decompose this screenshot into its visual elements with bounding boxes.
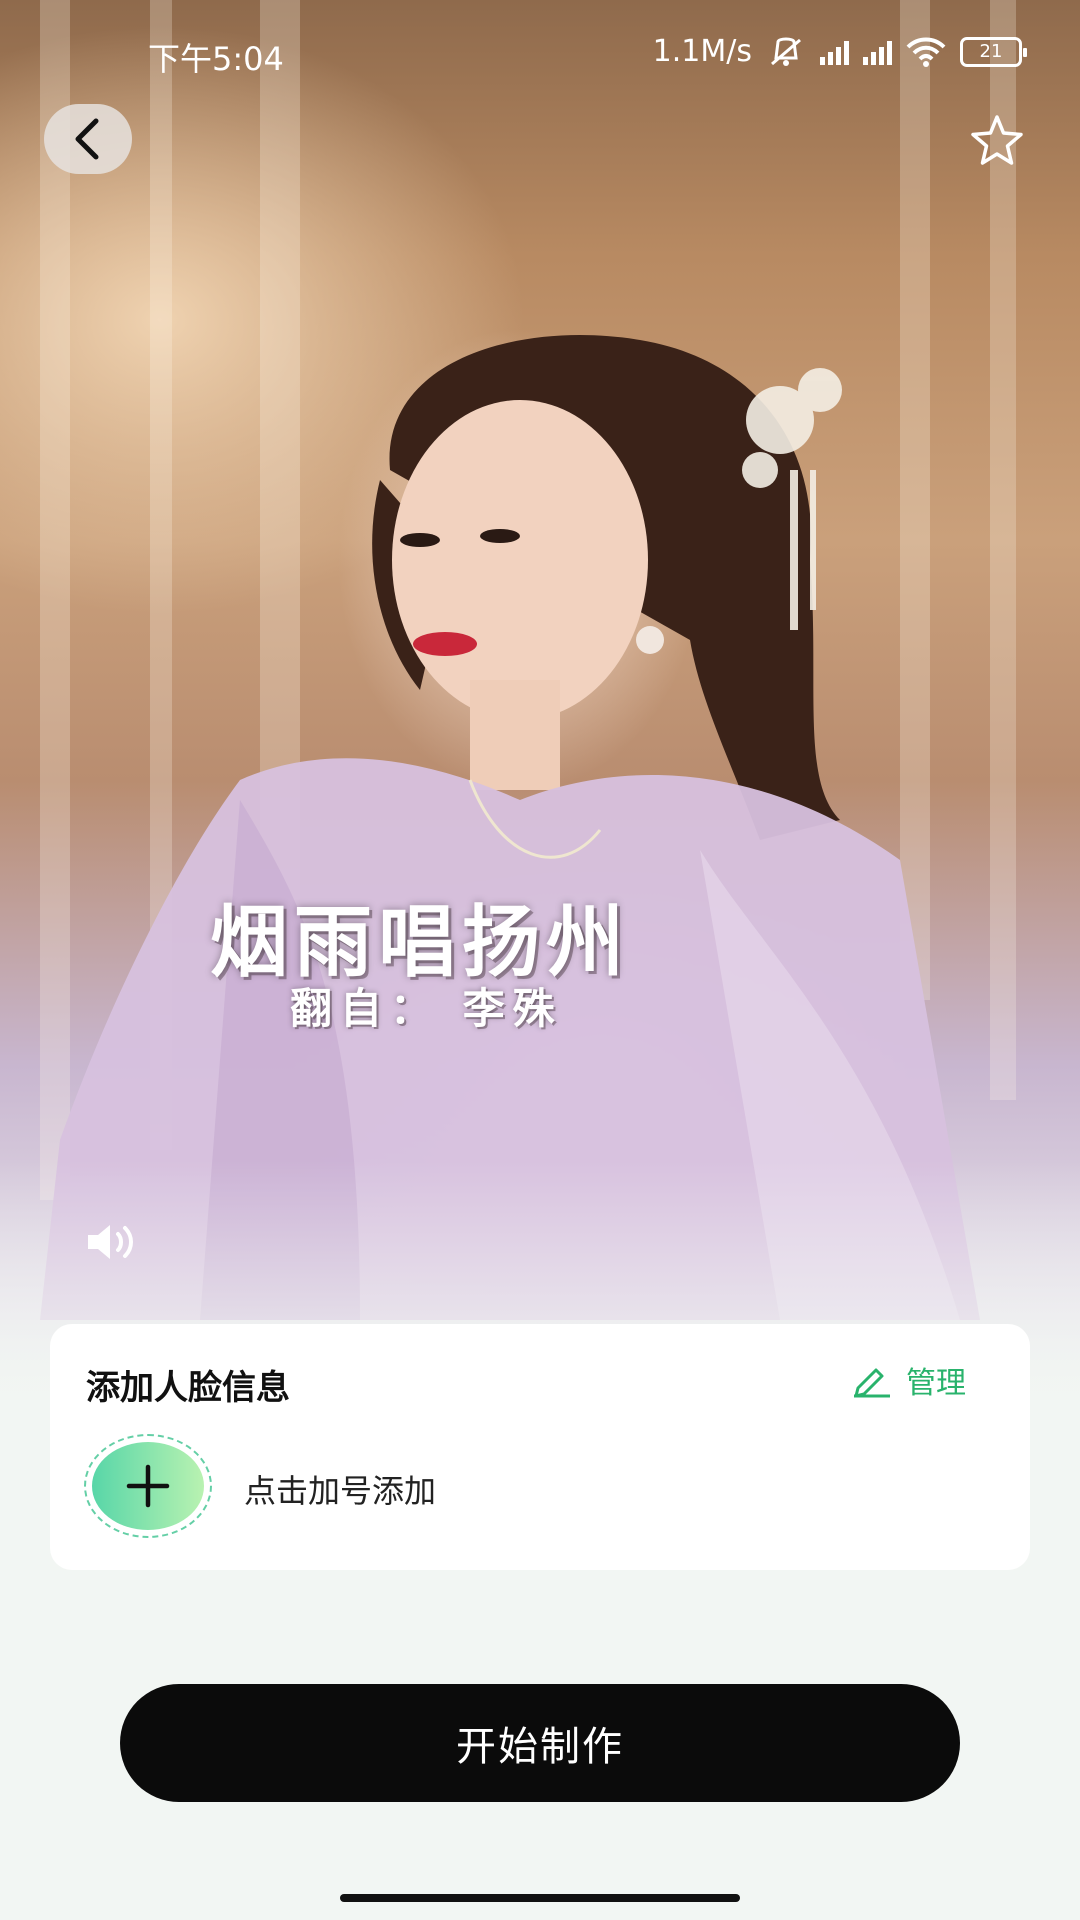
manage-button[interactable]: 管理 [850,1358,966,1402]
status-icons: 1.1M/s 21 [652,34,1027,69]
video-preview[interactable] [0,0,1080,1420]
status-bar: 下午5:04 1.1M/s 21 [0,0,1080,100]
home-indicator[interactable] [340,1894,740,1902]
start-making-button[interactable]: 开始制作 [120,1684,960,1802]
add-face-circle [92,1442,204,1530]
add-face-hint: 点击加号添加 [244,1472,437,1510]
battery-icon: 21 [960,36,1027,67]
add-face-button[interactable] [84,1434,212,1538]
status-time: 下午5:04 [148,40,284,78]
manage-label: 管理 [906,1366,966,1401]
video-frame-figure [40,0,1016,1320]
chevron-left-icon [75,118,99,160]
volume-button[interactable] [84,1220,140,1264]
signal-hd-icon [863,39,892,65]
song-subtitle: 翻自： 李殊 [290,984,563,1033]
network-speed: 1.1M/s [652,34,752,69]
signal-hd-icon [820,39,849,65]
wifi-icon [906,37,946,67]
favorite-button[interactable] [968,112,1026,170]
face-info-card: 添加人脸信息 管理 点击加号添加 [50,1324,1030,1570]
volume-icon [88,1225,133,1259]
mute-icon [771,37,801,66]
pencil-icon [854,1368,890,1398]
plus-icon [126,1464,170,1508]
star-outline-icon [971,115,1023,165]
back-button[interactable] [44,104,132,174]
face-card-title: 添加人脸信息 [86,1368,290,1408]
